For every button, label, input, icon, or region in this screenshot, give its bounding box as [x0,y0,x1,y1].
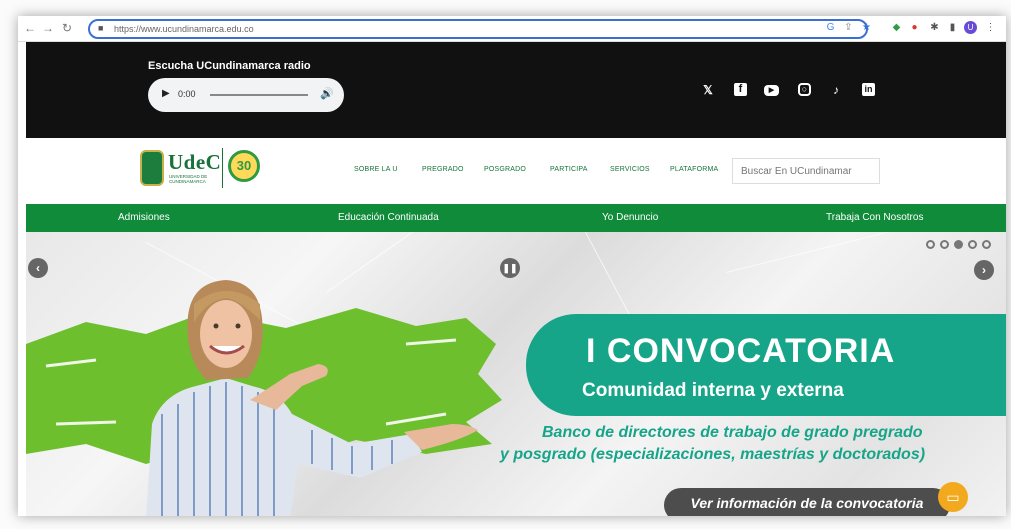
carousel-dot[interactable] [968,240,977,249]
chat-icon[interactable]: ▭ [938,482,968,512]
radio-label: Escucha UCundinamarca radio [148,60,311,72]
browser-window: ← → ↻ ■ https://www.ucundinamarca.edu.co… [18,16,1006,516]
menu-sobre-la-u[interactable]: SOBRE LA U [354,166,398,173]
url-text: https://www.ucundinamarca.edu.co [114,24,254,34]
back-icon[interactable]: ← [24,21,36,35]
instagram-icon[interactable]: ○ [798,83,811,96]
menu-pregrado[interactable]: PREGRADO [422,166,464,173]
banner-subtitle: Comunidad interna y externa [582,380,844,401]
more-icon[interactable]: ⋮ [984,21,997,34]
extension-icon[interactable]: ◆ [890,21,903,34]
carousel-dot[interactable] [982,240,991,249]
puzzle-icon[interactable]: ✱ [928,21,941,34]
carousel-pause-icon[interactable]: ❚❚ [500,258,520,278]
nav-yo-denuncio[interactable]: Yo Denuncio [602,212,658,223]
carousel-dot-active[interactable] [954,240,963,249]
volume-icon[interactable]: 🔊 [320,87,334,100]
secondary-nav: Admisiones Educación Continuada Yo Denun… [26,204,1006,232]
address-bar[interactable]: ■ https://www.ucundinamarca.edu.co [88,19,868,39]
ver-informacion-button[interactable]: Ver información de la convocatoria [664,488,950,516]
forward-icon[interactable]: → [42,21,54,35]
profile-avatar[interactable]: U [964,21,977,34]
google-icon[interactable]: G [824,21,837,34]
paper-crease [726,232,960,273]
logo-divider [222,148,223,188]
share-icon[interactable]: ⇪ [842,21,855,34]
banner-description-line2: y posgrado (especializaciones, maestrías… [500,446,926,463]
radio-bar: Escucha UCundinamarca radio ▶ 0:00 🔊 𝕏 f… [26,42,1006,138]
carousel-dot[interactable] [940,240,949,249]
hero-carousel[interactable]: I CONVOCATORIA Comunidad interna y exter… [26,232,1006,516]
audio-player[interactable]: ▶ 0:00 🔊 [148,78,344,112]
menu-servicios[interactable]: SERVICIOS [610,166,650,173]
audio-time: 0:00 [178,89,196,99]
menu-posgrado[interactable]: POSGRADO [484,166,526,173]
nav-admisiones[interactable]: Admisiones [118,212,170,223]
twitter-icon[interactable]: 𝕏 [700,82,716,98]
audio-progress-bar[interactable] [210,94,308,96]
menu-plataforma[interactable]: PLATAFORMA [670,166,718,173]
carousel-next-arrow-icon[interactable]: › [974,260,994,280]
banner-description-line1: Banco de directores de trabajo de grado … [542,424,923,441]
menu-participa[interactable]: PARTICIPA [550,166,588,173]
nav-educacion-continuada[interactable]: Educación Continuada [338,212,439,223]
logo-subtitle: UNIVERSIDAD DE CUNDINAMARCA [169,174,208,184]
carousel-prev-arrow-icon[interactable]: ‹ [28,258,48,278]
tiktok-icon[interactable]: ♪ [828,82,844,98]
play-icon[interactable]: ▶ [162,88,170,99]
reload-icon[interactable]: ↻ [62,21,72,35]
banner-title: I CONVOCATORIA [586,332,896,370]
site-header: UdeC UNIVERSIDAD DE CUNDINAMARCA 30 SOBR… [26,138,1006,204]
screenshot-frame: ← → ↻ ■ https://www.ucundinamarca.edu.co… [0,0,1011,529]
extension-icon[interactable]: ● [908,21,921,34]
search-input[interactable] [732,158,880,184]
sidebar-icon[interactable]: ▮ [946,21,959,34]
carousel-dot[interactable] [926,240,935,249]
logo-seal-icon[interactable] [140,150,164,186]
nav-trabaja-con-nosotros[interactable]: Trabaja Con Nosotros [826,212,923,223]
linkedin-icon[interactable]: in [862,83,875,96]
star-icon[interactable]: ★ [860,21,873,34]
anniversary-30-logo: 30 [228,150,260,182]
presenter-woman-image [146,280,478,516]
facebook-icon[interactable]: f [734,83,747,96]
youtube-icon[interactable]: ▶ [764,85,779,96]
lock-icon: ■ [98,23,104,33]
browser-toolbar: ← → ↻ ■ https://www.ucundinamarca.edu.co… [18,16,1006,42]
logo-text[interactable]: UdeC [168,150,221,175]
